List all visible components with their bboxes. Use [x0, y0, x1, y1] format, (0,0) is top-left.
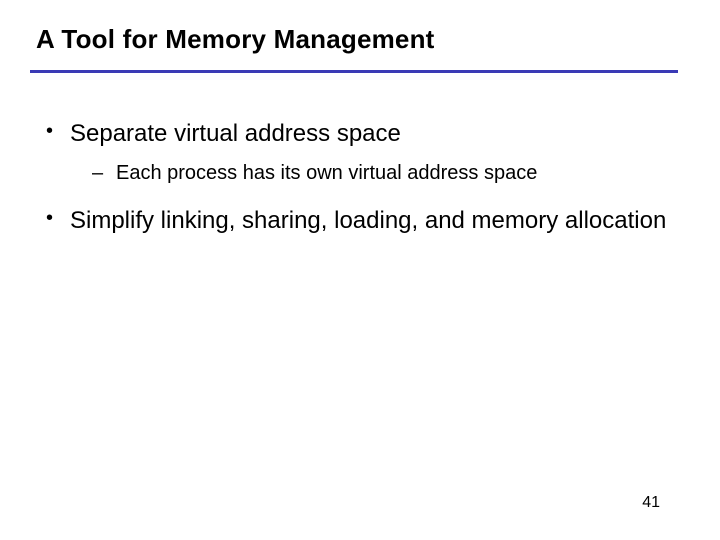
bullet-text: Each process has its own virtual address…	[116, 162, 537, 184]
page-number: 41	[642, 494, 660, 512]
title-underline	[30, 70, 678, 73]
slide-title: A Tool for Memory Management	[36, 24, 435, 55]
bullet-level1: Simplify linking, sharing, loading, and …	[40, 205, 680, 237]
bullet-level2: Each process has its own virtual address…	[40, 160, 680, 187]
bullet-text: Separate virtual address space	[70, 120, 401, 147]
slide: A Tool for Memory Management Separate vi…	[0, 0, 720, 540]
bullet-level1: Separate virtual address space	[40, 118, 680, 150]
slide-body: Separate virtual address space Each proc…	[40, 102, 680, 244]
bullet-text: Simplify linking, sharing, loading, and …	[70, 207, 666, 234]
